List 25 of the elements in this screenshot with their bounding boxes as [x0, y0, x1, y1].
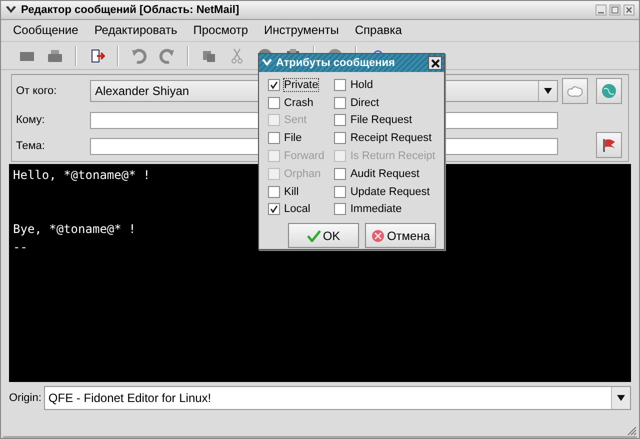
checkbox-label: Forward — [284, 150, 324, 162]
editor-line: Bye, *@toname@* ! — [13, 221, 136, 238]
dialog-title: Атрибуты сообщения — [276, 57, 396, 69]
checkbox-label: Receipt Request — [350, 132, 432, 144]
origin-label: Origin: — [9, 392, 42, 404]
checkbox-label: Immediate — [350, 203, 402, 216]
checkbox-label: Is Return Receipt — [350, 150, 436, 162]
field-label: От кого: — [15, 85, 58, 98]
checkbox-label: Crash — [284, 96, 314, 109]
window-title: Редактор сообщений [Область: NetMail] — [21, 4, 240, 16]
checkbox-label: File — [284, 132, 302, 144]
checkbox-label: Orphan — [284, 168, 321, 180]
editor-line: -- — [13, 239, 28, 256]
editor-line: Hello, *@toname@* ! — [13, 167, 150, 184]
checkbox-label: Kill — [284, 186, 299, 198]
checkbox-label: Audit Request — [350, 168, 420, 180]
checkbox-label: Local — [284, 203, 310, 216]
checkbox-label: Direct — [350, 96, 380, 109]
checkbox-label: File Request — [350, 114, 412, 126]
checkbox-label: Update Request — [350, 186, 430, 198]
checkbox-label: Sent — [284, 114, 307, 126]
field-label: Кому: — [15, 114, 46, 126]
checkbox-label: Private — [284, 78, 318, 91]
checkbox-label: Hold — [350, 78, 373, 91]
field-label: Тема: — [15, 140, 46, 152]
